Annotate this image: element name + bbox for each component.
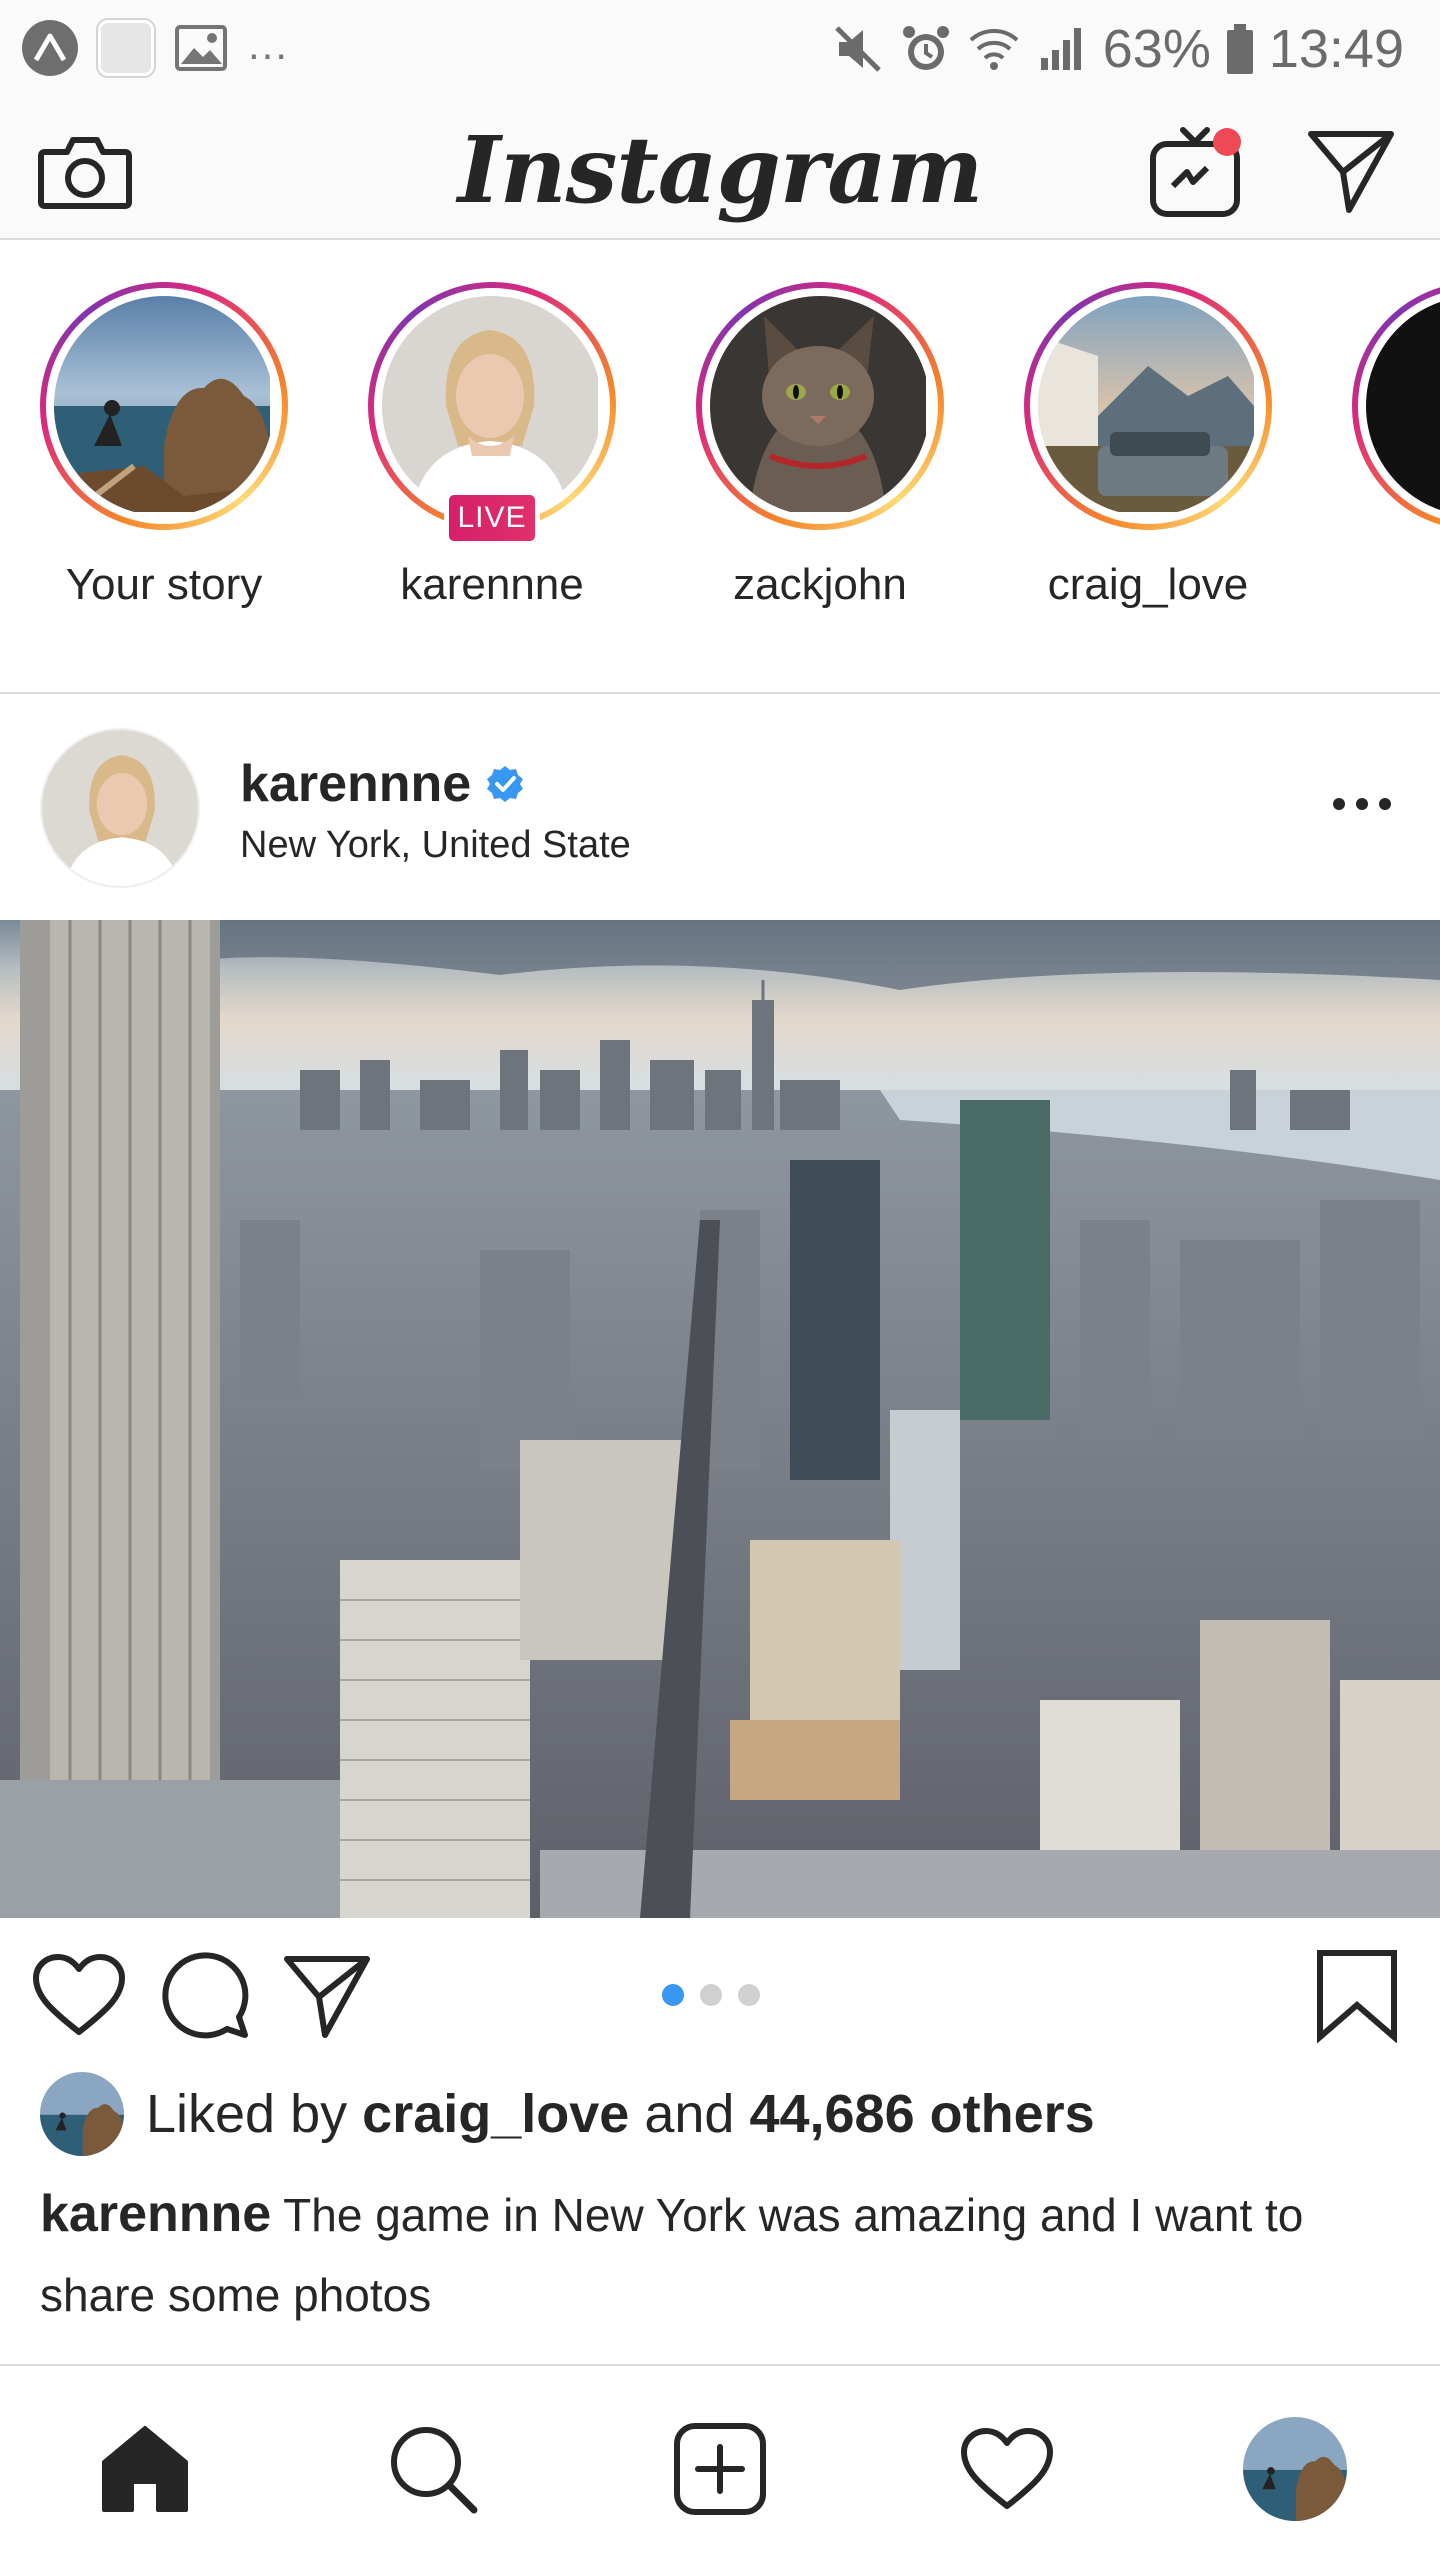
alarm-icon bbox=[902, 26, 949, 70]
post-caption: karennne The game in New York was amazin… bbox=[40, 2174, 1380, 2335]
igtv-button[interactable] bbox=[1140, 100, 1250, 240]
profile-avatar bbox=[1243, 2417, 1347, 2521]
live-badge: LIVE bbox=[444, 490, 540, 546]
story-name: kie bbox=[1312, 560, 1440, 610]
notification-more: ... bbox=[248, 21, 290, 68]
post-image[interactable] bbox=[0, 920, 1440, 1918]
share-icon bbox=[284, 1956, 370, 2038]
notification-dot bbox=[1213, 128, 1241, 156]
status-bar: ... 63% 13:49 bbox=[0, 0, 1440, 100]
post-header: karennne New York, United State bbox=[0, 694, 1440, 920]
caption-username[interactable]: karennne bbox=[40, 2185, 271, 2243]
likes-text: Liked by craig_love and 44,686 others bbox=[146, 2083, 1095, 2145]
story-avatar bbox=[1038, 296, 1258, 516]
bottom-nav bbox=[0, 2364, 1440, 2560]
clock: 13:49 bbox=[1268, 19, 1404, 79]
gallery-icon bbox=[175, 25, 227, 71]
new-post-icon bbox=[674, 2423, 766, 2515]
post-author[interactable]: karennne bbox=[240, 754, 525, 814]
story-name: craig_love bbox=[1047, 560, 1249, 609]
nav-activity[interactable] bbox=[952, 2414, 1062, 2524]
save-button[interactable] bbox=[1302, 1940, 1412, 2050]
status-left: ... bbox=[22, 20, 289, 76]
likes-count[interactable]: 44,686 others bbox=[749, 2084, 1094, 2144]
nav-new-post[interactable] bbox=[665, 2414, 775, 2524]
story-avatar bbox=[382, 296, 602, 516]
direct-message-icon bbox=[1308, 131, 1394, 213]
carousel-indicator bbox=[662, 1984, 760, 2006]
carousel-dot bbox=[662, 1984, 684, 2006]
liker-avatar bbox=[40, 2072, 124, 2156]
likes-middle: and bbox=[644, 2084, 735, 2144]
post-username[interactable]: karennne bbox=[240, 754, 471, 814]
camera-button[interactable] bbox=[30, 100, 140, 240]
story-name: zackjohn bbox=[733, 560, 907, 609]
mute-icon bbox=[834, 26, 881, 72]
battery-icon bbox=[1226, 24, 1253, 74]
comment-button[interactable] bbox=[150, 1940, 260, 2050]
activity-icon bbox=[961, 2428, 1053, 2509]
app-badge-icon bbox=[22, 20, 78, 76]
post-location[interactable]: New York, United State bbox=[240, 824, 631, 867]
notification-square-icon bbox=[98, 20, 154, 76]
stories-tray: Your story LIVE karennne zackjohn craig_… bbox=[0, 242, 1440, 694]
share-button[interactable] bbox=[272, 1940, 382, 2050]
nav-home[interactable] bbox=[90, 2414, 200, 2524]
search-icon bbox=[391, 2427, 478, 2514]
igtv-icon bbox=[1150, 127, 1241, 217]
story-karennne[interactable]: LIVE karennne bbox=[328, 242, 616, 692]
story-avatar bbox=[710, 296, 930, 516]
story-craig-love[interactable]: craig_love bbox=[984, 242, 1272, 692]
verified-badge-icon bbox=[487, 766, 524, 802]
carousel-dot bbox=[738, 1984, 760, 2006]
post-actions bbox=[0, 1918, 1440, 2068]
carousel-dot bbox=[700, 1984, 722, 2006]
bookmark-icon bbox=[1317, 1950, 1397, 2043]
signal-icon bbox=[1040, 28, 1081, 70]
likes-prefix: Liked by bbox=[146, 2084, 348, 2144]
direct-message-button[interactable] bbox=[1296, 100, 1406, 240]
nav-profile[interactable] bbox=[1240, 2414, 1350, 2524]
liker-username[interactable]: craig_love bbox=[362, 2084, 629, 2144]
likes-row[interactable]: Liked by craig_love and 44,686 others bbox=[40, 2066, 1095, 2162]
story-avatar bbox=[1366, 296, 1440, 516]
like-button[interactable] bbox=[24, 1940, 134, 2050]
battery-percent: 63% bbox=[1102, 19, 1211, 79]
story-your-story[interactable]: Your story bbox=[0, 242, 288, 692]
story-zackjohn[interactable]: zackjohn bbox=[656, 242, 944, 692]
nav-search[interactable] bbox=[378, 2414, 488, 2524]
status-right: 63% 13:49 bbox=[831, 18, 1404, 80]
more-icon bbox=[1333, 798, 1391, 810]
camera-icon bbox=[38, 137, 132, 209]
app-header: Instagram bbox=[0, 100, 1440, 240]
post-author-avatar[interactable] bbox=[40, 728, 200, 888]
home-icon bbox=[102, 2426, 188, 2512]
heart-icon bbox=[33, 1954, 125, 2035]
wifi-icon bbox=[969, 29, 1019, 70]
story-name: Your story bbox=[65, 560, 263, 609]
story-name: karennne bbox=[400, 560, 584, 609]
story-avatar bbox=[54, 296, 274, 516]
comment-icon bbox=[162, 1952, 249, 2039]
more-options-button[interactable] bbox=[1322, 764, 1402, 844]
story-kie[interactable]: kie bbox=[1312, 242, 1440, 692]
